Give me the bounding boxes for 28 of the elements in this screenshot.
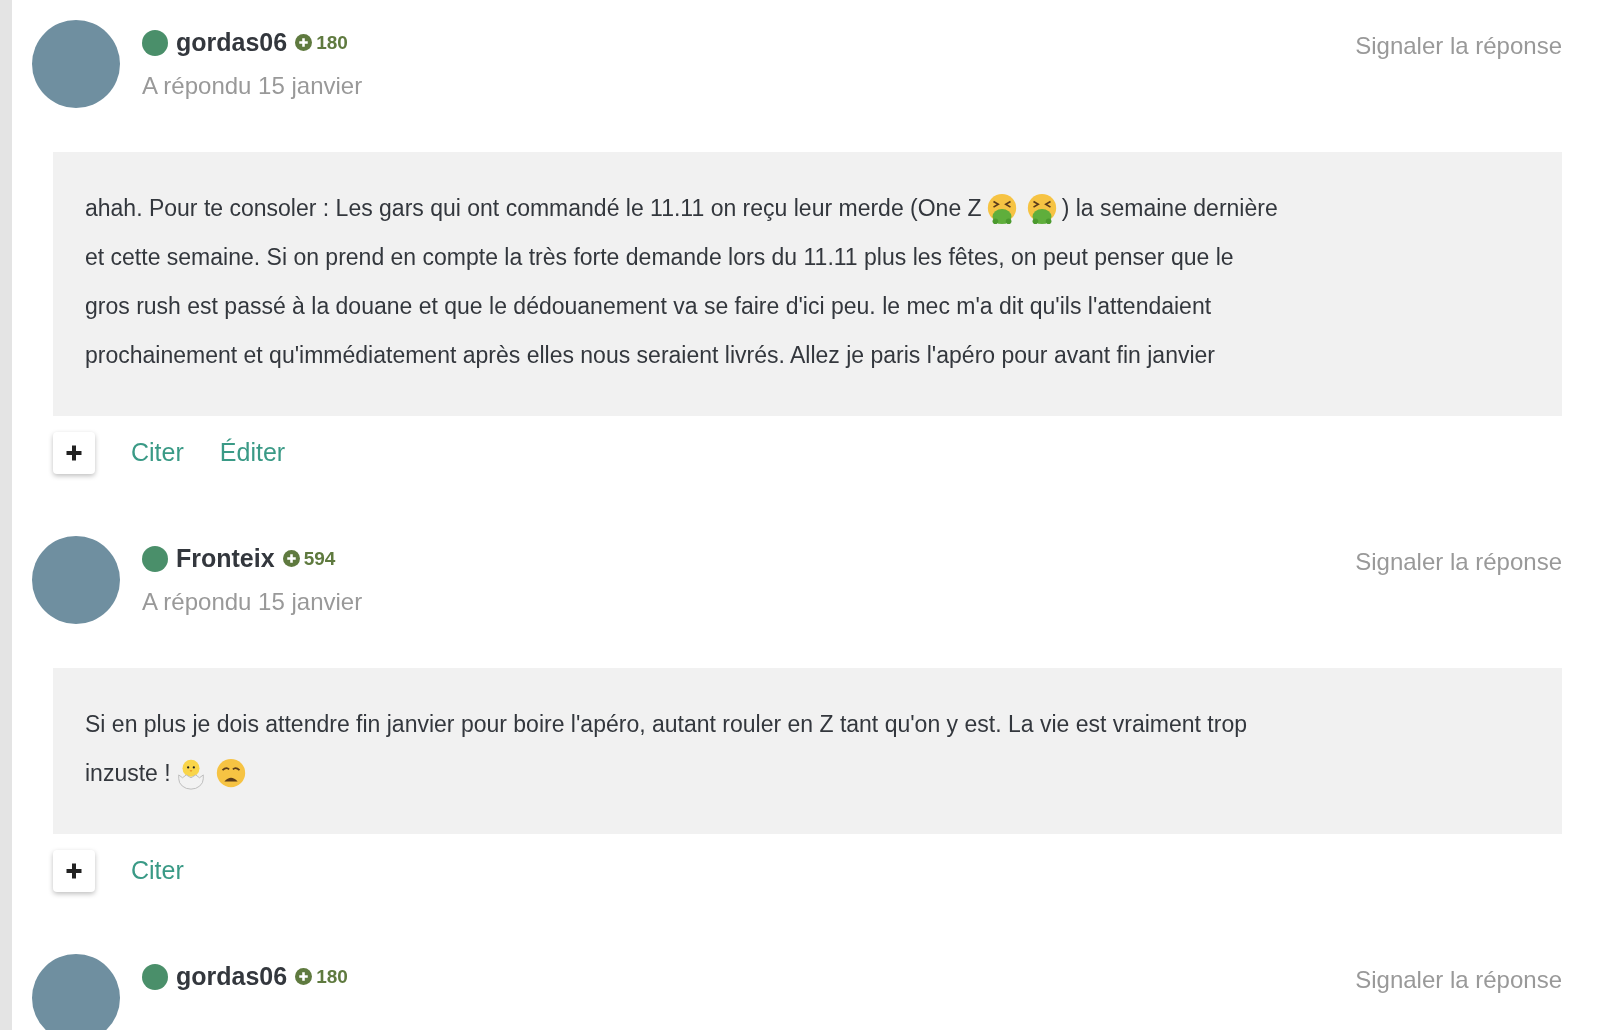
reply-date: A répondu 15 janvier — [142, 586, 364, 617]
score-count: 180 — [316, 30, 348, 55]
username-link[interactable]: Fronteix — [176, 540, 275, 578]
post-text: gros rush est passé à la douane et que le dédouanement va se faire d'ici peu. le mec m'a dit qu'ils l'attendaient — [85, 292, 1212, 321]
post-text: ) la semaine dernière — [1061, 194, 1278, 223]
report-link[interactable]: Signaler la réponse — [1355, 954, 1562, 1030]
post-text: ahah. Pour te consoler : Les gars qui ont commandé le 11.11 on reçu leur merde (One Z — [85, 194, 982, 223]
report-link[interactable]: Signaler la réponse — [1355, 536, 1562, 624]
action-link[interactable]: Citer — [131, 434, 184, 472]
post-text: Si en plus je dois attendre fin janvier pour boire l'apéro, autant rouler en Z tant qu'on y est. La vie est vraiment trop — [85, 710, 1247, 739]
post-text: et cette semaine. Si on prend en compte la très forte demande lors du 11.11 plus les fêtes, on peut penser que le — [85, 243, 1234, 272]
action-link[interactable]: Éditer — [219, 434, 286, 472]
add-button[interactable] — [53, 432, 95, 474]
action-link[interactable]: Citer — [131, 852, 184, 890]
username-link[interactable]: gordas06 — [176, 958, 288, 996]
plus-icon — [64, 443, 84, 463]
post-text: prochainement et qu'immédiatement après elles nous seraient livrés. Allez je paris l'apéro pour avant fin janvier — [85, 341, 1215, 370]
plus-icon — [64, 861, 84, 881]
plus-circle-icon — [295, 34, 313, 52]
plus-circle-icon — [295, 968, 313, 986]
add-button[interactable] — [53, 850, 95, 892]
reply-date: A répondu 15 janvier — [142, 70, 364, 101]
score-count: 594 — [303, 546, 336, 571]
score-count: 180 — [316, 964, 348, 989]
username-link[interactable]: gordas06 — [176, 24, 288, 62]
report-link[interactable]: Signaler la réponse — [1355, 20, 1562, 108]
post-text: inzuste ! — [85, 759, 171, 788]
plus-circle-icon — [282, 550, 300, 568]
